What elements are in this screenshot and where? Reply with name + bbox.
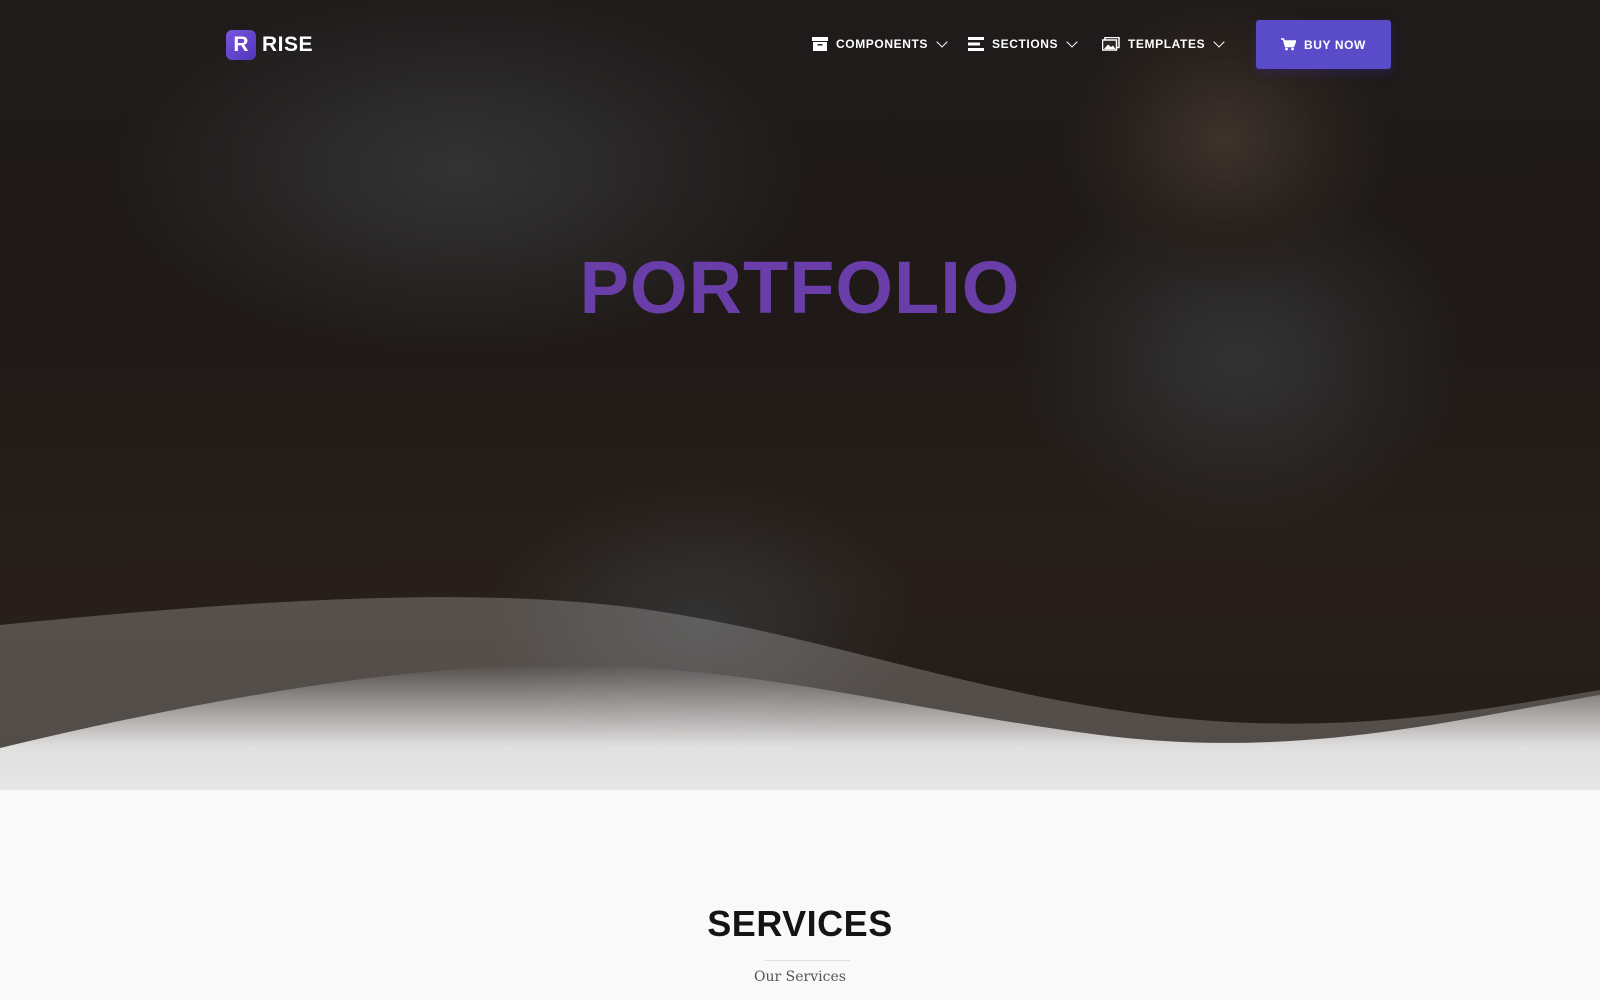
- hero-title: PORTFOLIO: [579, 246, 1021, 329]
- images-icon: [1102, 37, 1120, 51]
- hero-wave-divider: [0, 597, 1600, 900]
- nav-templates[interactable]: TEMPLATES: [1102, 36, 1225, 51]
- nav-components[interactable]: COMPONENTS: [812, 36, 948, 51]
- logo-badge: R: [226, 30, 256, 60]
- chevron-down-icon: [1066, 36, 1078, 48]
- nav-templates-label: TEMPLATES: [1128, 37, 1206, 51]
- section-divider: [764, 960, 850, 961]
- list-icon: [968, 37, 984, 51]
- nav-sections[interactable]: SECTIONS: [968, 36, 1078, 51]
- chevron-down-icon: [936, 36, 948, 48]
- chevron-down-icon: [1213, 36, 1225, 48]
- nav-components-label: COMPONENTS: [836, 37, 929, 51]
- services-subtitle: Our Services: [754, 969, 846, 985]
- archive-icon: [812, 37, 828, 51]
- nav-sections-label: SECTIONS: [992, 37, 1059, 51]
- cart-icon: [1281, 38, 1296, 51]
- hero-section: [0, 0, 1600, 900]
- services-title: SERVICES: [707, 903, 893, 944]
- logo-text: RISE: [262, 33, 314, 56]
- top-navigation: R RISE COMPONENTS SECTIONS TEMPLATES BUY…: [0, 0, 1600, 90]
- buy-now-button[interactable]: BUY NOW: [1256, 20, 1391, 69]
- buy-now-label: BUY NOW: [1304, 37, 1366, 52]
- brand-logo[interactable]: R RISE: [226, 30, 313, 60]
